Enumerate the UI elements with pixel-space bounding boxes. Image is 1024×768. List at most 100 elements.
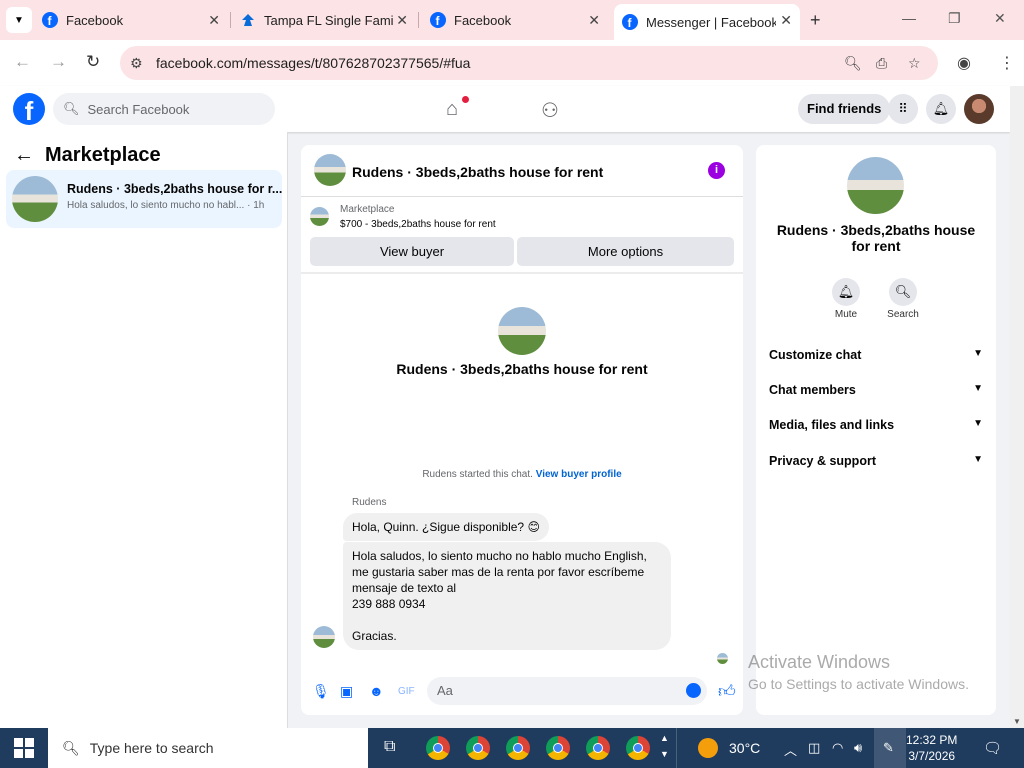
- zoom-icon[interactable]: 🔍︎: [844, 55, 862, 72]
- back-arrow-icon[interactable]: ←: [14, 52, 31, 72]
- sidebar-title: Marketplace: [45, 144, 161, 166]
- chrome-icon[interactable]: [466, 736, 490, 760]
- media-files-links-item[interactable]: Media, files and links ▼: [769, 418, 983, 432]
- site-settings-icon[interactable]: ⚙: [130, 55, 143, 72]
- windows-start-icon[interactable]: [14, 738, 34, 758]
- sender-avatar[interactable]: [313, 626, 335, 648]
- message-input[interactable]: Aa: [427, 677, 707, 705]
- chrome-icon[interactable]: [506, 736, 530, 760]
- close-icon[interactable]: ✕: [588, 12, 600, 29]
- minimize-icon[interactable]: —: [902, 10, 916, 26]
- windows-taskbar: 🔍︎ Type here to search ⧉ ▲ ▼ 30°C ︿ ◫ ◠ 🔊…: [0, 728, 1024, 768]
- tab-title: Tampa FL Single Family: [264, 12, 394, 28]
- notification-icon[interactable]: 🗨︎: [983, 739, 1002, 757]
- thumbs-up-icon[interactable]: 👍︎: [718, 681, 736, 702]
- seen-indicator: [717, 653, 728, 664]
- volume-icon[interactable]: 🔊︎: [854, 740, 862, 756]
- chat-members-item[interactable]: Chat members ▼: [769, 383, 983, 397]
- facebook-logo[interactable]: f: [13, 93, 45, 126]
- menu-grid-icon[interactable]: ⠿: [888, 94, 918, 124]
- search-icon: 🔍︎: [63, 101, 80, 116]
- window-close-icon[interactable]: ✕: [994, 10, 1006, 27]
- chrome-icon[interactable]: [586, 736, 610, 760]
- search-placeholder: Search Facebook: [87, 101, 190, 117]
- page-scrollbar[interactable]: ▼: [1010, 86, 1024, 728]
- chrome-icon[interactable]: [626, 736, 650, 760]
- profile-icon[interactable]: ◉: [957, 53, 971, 73]
- privacy-support-item[interactable]: Privacy & support ▼: [769, 454, 983, 468]
- message-bubble[interactable]: Hola saludos, lo siento mucho no hablo m…: [343, 542, 671, 650]
- customize-chat-item[interactable]: Customize chat ▼: [769, 348, 983, 362]
- buyer-profile-link[interactable]: View buyer profile: [536, 469, 622, 480]
- gif-icon[interactable]: GIF: [398, 686, 415, 697]
- activate-windows-subtext: Go to Settings to activate Windows.: [748, 676, 969, 692]
- tab-zillow[interactable]: Tampa FL Single Family ✕: [240, 0, 416, 40]
- scroll-down-icon[interactable]: ▼: [1013, 717, 1021, 726]
- tab-facebook-2[interactable]: f Facebook ✕: [430, 0, 608, 40]
- temperature[interactable]: 30°C: [729, 740, 760, 756]
- listing-thumbnail: [12, 176, 58, 222]
- photo-icon[interactable]: ▣: [340, 683, 353, 700]
- tab-title: Facebook: [454, 12, 512, 28]
- search-input[interactable]: 🔍︎ Search Facebook: [53, 93, 275, 125]
- forward-arrow-icon[interactable]: →: [50, 52, 67, 72]
- chevron-up-icon[interactable]: ︿: [784, 740, 797, 759]
- message-bubble[interactable]: Hola, Quinn. ¿Sigue disponible? 😊: [343, 513, 549, 541]
- facebook-header: f 🔍︎ Search Facebook ⌂ ⚇ Find friends ⠿ …: [0, 86, 1010, 132]
- more-options-button[interactable]: More options: [517, 237, 734, 266]
- chat-title[interactable]: Rudens · 3beds,2baths house for rent: [352, 164, 603, 180]
- tab-search-button[interactable]: ▼: [6, 7, 32, 33]
- microphone-icon[interactable]: 🎙︎: [312, 683, 330, 700]
- pen-icon[interactable]: ✎: [883, 740, 894, 756]
- listing-price: $700 - 3beds,2baths house for rent: [340, 219, 496, 230]
- tab-title: Messenger | Facebook: [646, 14, 776, 30]
- item-label: Media, files and links: [769, 418, 895, 432]
- wifi-icon[interactable]: ◠: [832, 740, 843, 756]
- info-icon[interactable]: i: [708, 162, 725, 179]
- facebook-icon: f: [42, 12, 58, 28]
- view-buyer-button[interactable]: View buyer: [310, 237, 514, 266]
- weather-sun-icon[interactable]: [698, 738, 718, 758]
- bookmark-star-icon[interactable]: ☆: [908, 55, 921, 72]
- chrome-icon[interactable]: [546, 736, 570, 760]
- close-icon[interactable]: ✕: [208, 12, 220, 29]
- search-label[interactable]: Search: [873, 309, 933, 320]
- meet-now-icon[interactable]: ◫: [808, 740, 820, 756]
- chevron-down-icon: ▼: [973, 348, 983, 359]
- bell-icon[interactable]: 🔔︎: [926, 94, 956, 124]
- task-view-icon[interactable]: ⧉: [384, 738, 395, 756]
- taskbar-scroll-arrows[interactable]: ▲ ▼: [660, 730, 669, 762]
- browser-menu-icon[interactable]: ⋮: [999, 53, 1015, 73]
- find-friends-button[interactable]: Find friends: [798, 94, 891, 124]
- emoji-icon[interactable]: [686, 683, 701, 698]
- tab-messenger[interactable]: f Messenger | Facebook ✕: [614, 4, 800, 40]
- chat-started-notice: Rudens started this chat. View buyer pro…: [301, 469, 743, 480]
- sticker-icon[interactable]: ☻: [369, 683, 384, 699]
- conversation-item[interactable]: Rudens · 3beds,2baths house for r... Hol…: [6, 170, 282, 228]
- close-icon[interactable]: ✕: [396, 12, 408, 29]
- chrome-icon[interactable]: [426, 736, 450, 760]
- close-icon[interactable]: ✕: [780, 12, 792, 29]
- url-text[interactable]: facebook.com/messages/t/807628702377565/…: [156, 55, 470, 71]
- new-tab-button[interactable]: +: [810, 10, 821, 31]
- reload-icon[interactable]: ↻: [86, 52, 100, 72]
- avatar[interactable]: [964, 94, 994, 124]
- tab-facebook-1[interactable]: f Facebook ✕: [42, 0, 228, 40]
- chat-header-thumbnail[interactable]: [314, 154, 346, 186]
- clock[interactable]: 12:32 PM 3/7/2026: [906, 732, 957, 764]
- time: 12:32 PM: [906, 733, 958, 747]
- mute-bell-icon[interactable]: 🔔︎: [832, 278, 860, 306]
- back-arrow-icon[interactable]: ←: [14, 144, 34, 167]
- date: 3/7/2026: [908, 749, 956, 763]
- taskbar-search-input[interactable]: 🔍︎ Type here to search: [48, 728, 368, 768]
- chevron-down-icon: ▼: [973, 383, 983, 394]
- browser-tab-strip: ▼ f Facebook ✕ Tampa FL Single Family ✕ …: [0, 0, 1024, 40]
- restore-icon[interactable]: ❐: [948, 10, 961, 27]
- mute-label[interactable]: Mute: [816, 309, 876, 320]
- install-app-icon[interactable]: ⎙: [876, 55, 887, 72]
- search-icon[interactable]: 🔍︎: [889, 278, 917, 306]
- home-icon[interactable]: ⌂: [446, 98, 458, 121]
- address-bar[interactable]: ⚙ facebook.com/messages/t/80762870237756…: [120, 46, 938, 80]
- zillow-icon: [242, 14, 254, 26]
- friends-icon[interactable]: ⚇: [541, 98, 559, 123]
